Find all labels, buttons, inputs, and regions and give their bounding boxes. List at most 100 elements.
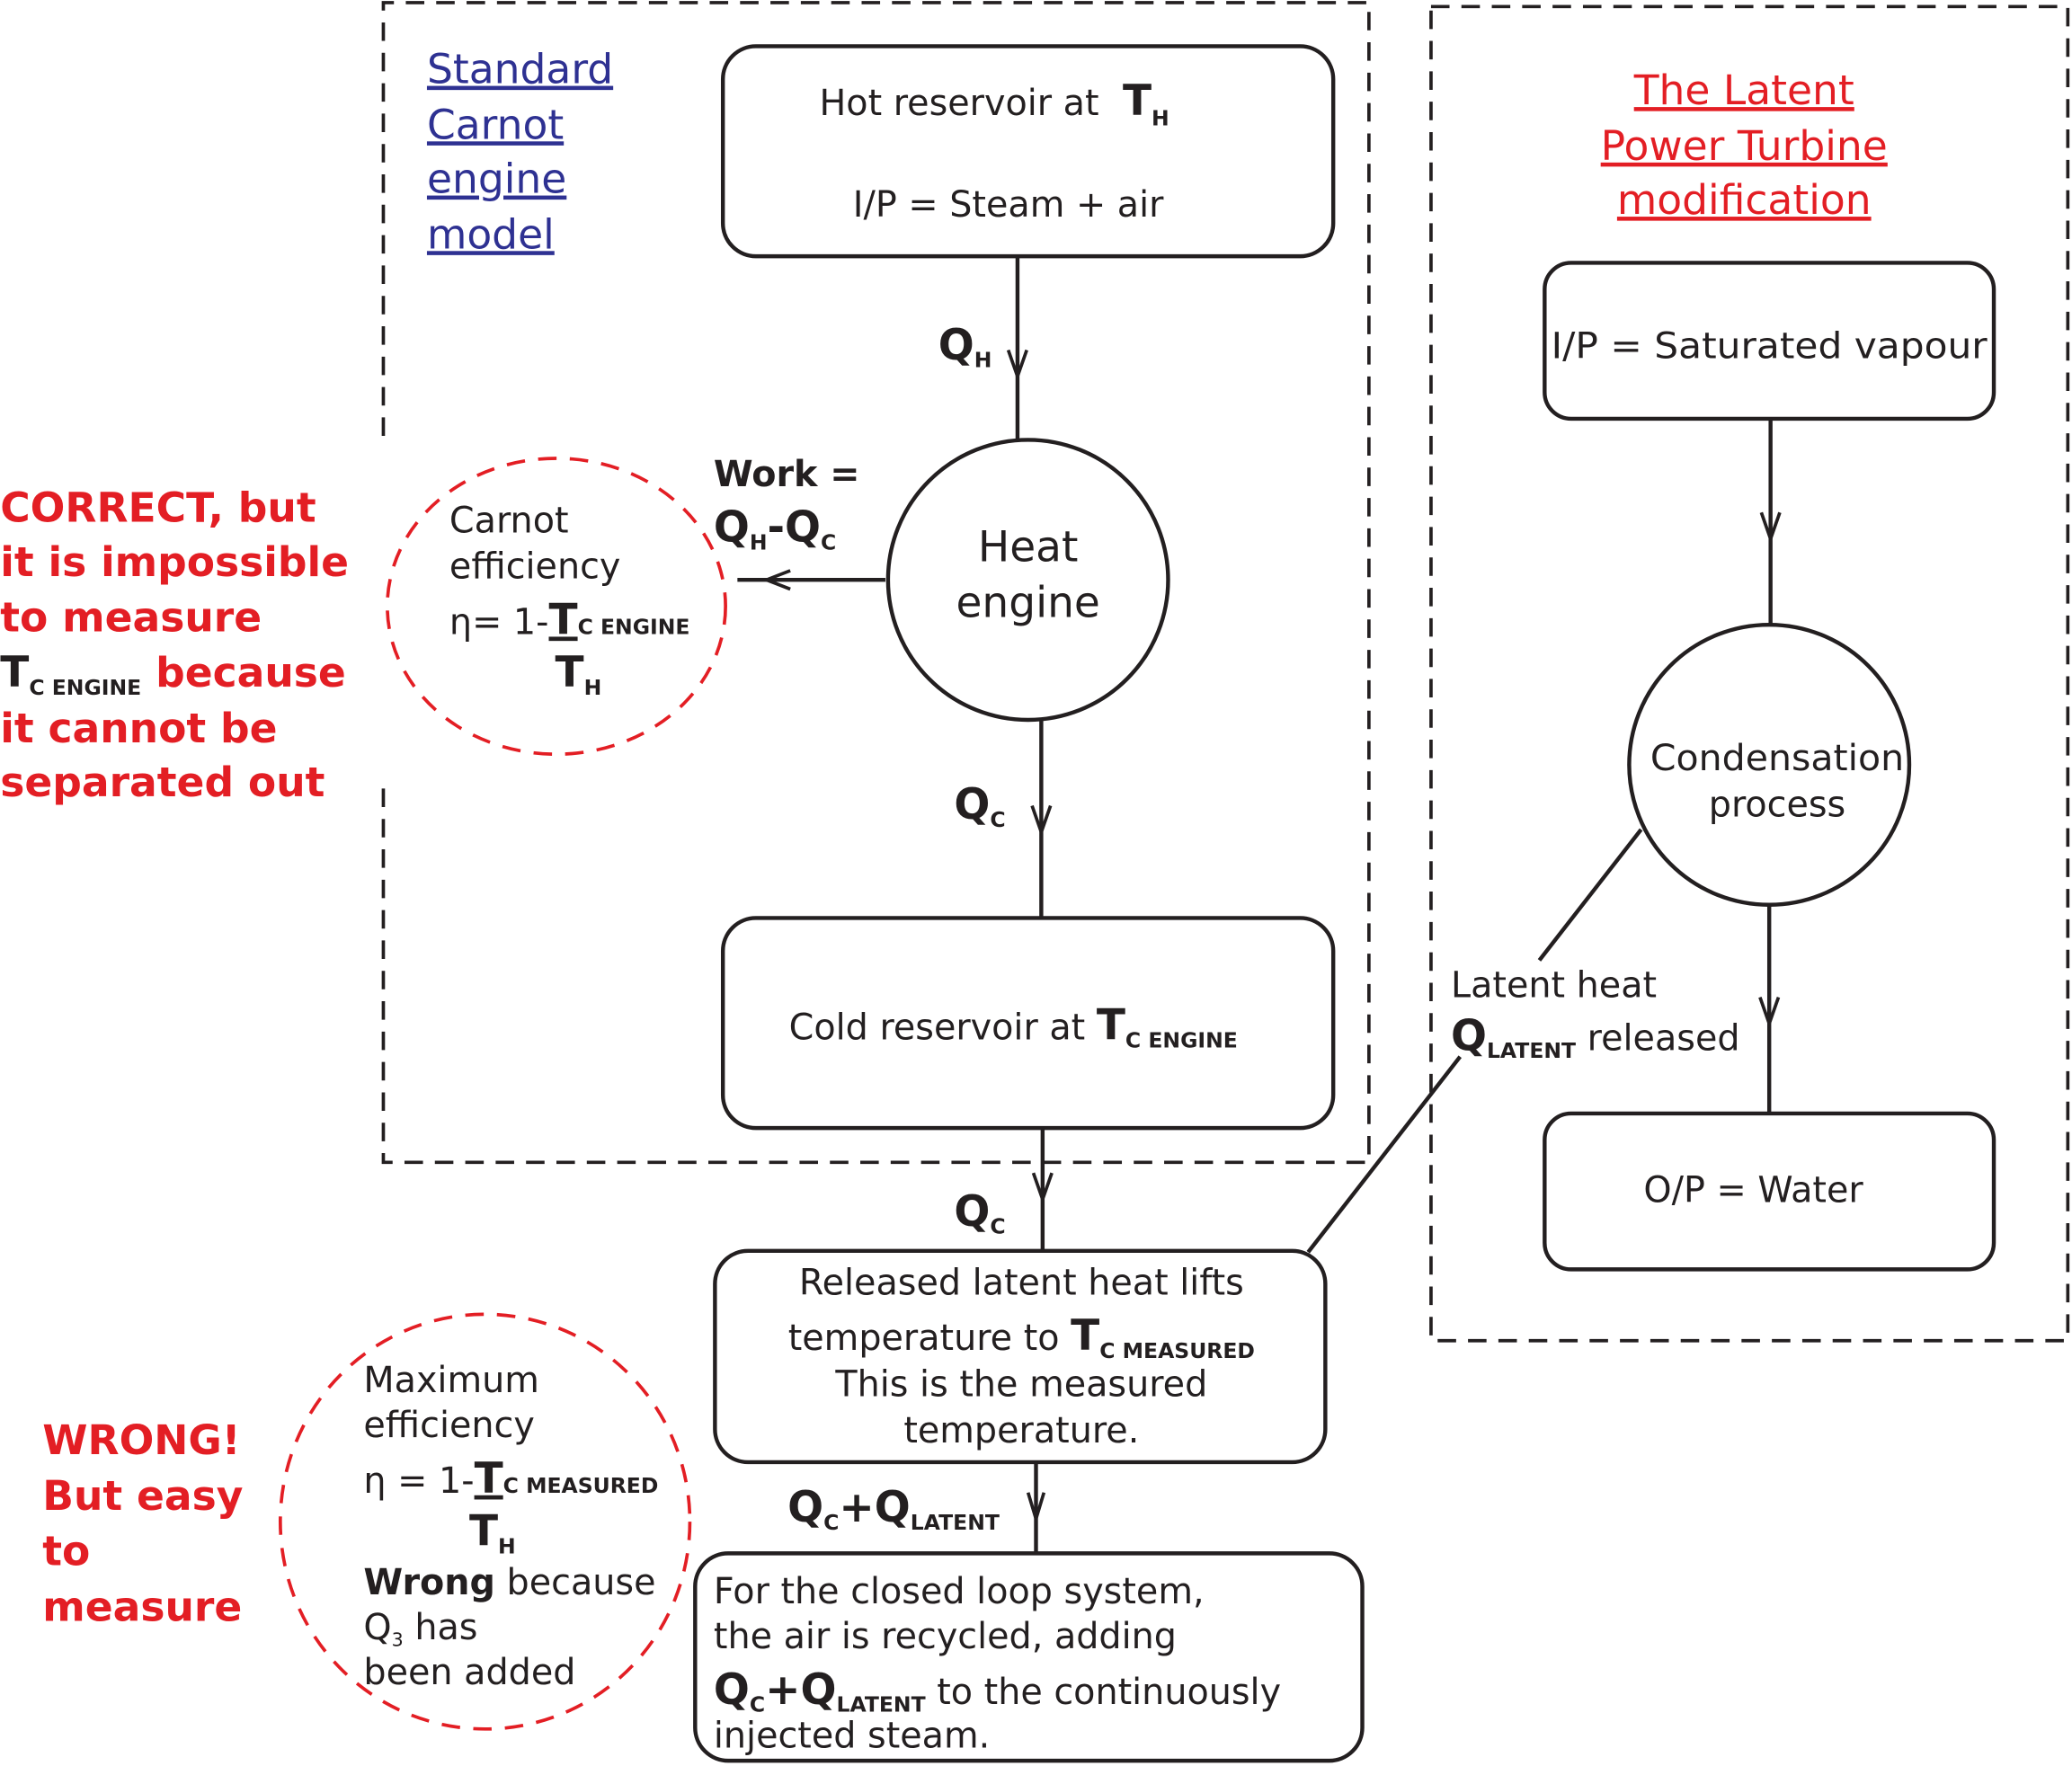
text: C MEASURED xyxy=(503,1473,659,1498)
heat-engine-label: Heat xyxy=(978,523,1079,572)
carnot-label: Carnot xyxy=(449,500,569,541)
released-line: temperature. xyxy=(903,1410,1139,1451)
text: released xyxy=(1576,1017,1739,1059)
latent-title: The Latent Power Turbine modification xyxy=(1601,67,1888,224)
saturated-vapour-label: I/P = Saturated vapour xyxy=(1552,325,1988,367)
title-line: Standard xyxy=(427,46,613,93)
text: H xyxy=(498,1533,516,1558)
max-eff-label: Maximum xyxy=(363,1360,538,1401)
note-line: it cannot be xyxy=(0,705,277,752)
text: H xyxy=(584,675,602,700)
note-line: CORRECT, but xyxy=(0,484,316,532)
title-line: model xyxy=(427,210,555,258)
text: C xyxy=(750,1692,765,1717)
title-line: modification xyxy=(1617,176,1872,224)
text: η= 1- xyxy=(449,601,549,643)
text: C xyxy=(990,807,1005,832)
text: temperature to xyxy=(788,1318,1071,1359)
text: Q xyxy=(801,1665,837,1715)
released-line: Released latent heat lifts xyxy=(799,1262,1244,1303)
note-line: WRONG! xyxy=(42,1416,240,1464)
qc-label-2: QC xyxy=(954,1187,1005,1239)
title-line: engine xyxy=(427,155,566,203)
text: because xyxy=(495,1562,656,1603)
closed-loop-line: QC+QLATENT to the continuously xyxy=(714,1665,1281,1717)
wrong-note: WRONG! But easy to measure xyxy=(42,1416,243,1630)
qh-label: QH xyxy=(938,321,992,373)
max-eff-label: Q3 has xyxy=(363,1607,477,1650)
text: T xyxy=(0,648,29,697)
note-line: separated out xyxy=(0,759,325,806)
text: C xyxy=(990,1214,1005,1239)
text: C ENGINE xyxy=(578,614,690,639)
text: + xyxy=(765,1665,800,1715)
condensation-label: Condensation xyxy=(1650,738,1904,779)
work-label: Work = xyxy=(714,454,860,495)
max-eff-denominator: TH xyxy=(469,1507,516,1559)
carnot-formula: η= 1-TC ENGINE xyxy=(449,595,690,644)
text: T xyxy=(1123,76,1152,126)
text: C xyxy=(821,529,836,555)
text: LATENT xyxy=(1487,1038,1576,1063)
text: Q xyxy=(785,503,821,553)
latent-heat-link xyxy=(1537,828,1643,962)
text: T xyxy=(469,1507,498,1557)
latent-heat-label: Latent heat xyxy=(1451,965,1657,1007)
max-eff-label: Wrong because xyxy=(363,1562,655,1603)
carnot-denominator: TH xyxy=(556,648,602,700)
text: - xyxy=(768,503,786,553)
water-output-label: O/P = Water xyxy=(1643,1169,1863,1211)
note-line: measure xyxy=(42,1583,242,1630)
text: C ENGINE xyxy=(1125,1027,1238,1052)
text: T xyxy=(549,595,578,644)
text: H xyxy=(1152,106,1169,131)
qc-label: QC xyxy=(954,780,1005,832)
text: Q xyxy=(787,1483,823,1532)
text: to the continuously xyxy=(926,1672,1281,1713)
text: Q xyxy=(714,503,750,553)
text: Wrong xyxy=(363,1562,495,1603)
text: C xyxy=(823,1510,839,1535)
text: T xyxy=(1071,1311,1099,1361)
text: C ENGINE xyxy=(29,675,141,700)
max-eff-label: been added xyxy=(363,1652,575,1693)
title-line: Power Turbine xyxy=(1601,122,1888,170)
released-line: This is the measured xyxy=(834,1363,1207,1405)
latent-heat-label: QLATENT released xyxy=(1451,1011,1740,1063)
max-eff-formula: η = 1-TC MEASURED xyxy=(363,1454,658,1504)
text: 3 xyxy=(392,1628,404,1650)
work-formula: QH-QC xyxy=(714,503,836,555)
note-line: TC ENGINE because xyxy=(0,648,346,700)
qc-latent-label: QC+QLATENT xyxy=(787,1483,1000,1535)
text: T xyxy=(1097,1001,1125,1051)
note-line: to measure xyxy=(0,594,262,642)
text: + xyxy=(839,1483,874,1532)
text: Hot reservoir at xyxy=(819,83,1098,124)
text: LATENT xyxy=(911,1510,1000,1535)
condensation-label: process xyxy=(1709,784,1845,825)
text: T xyxy=(475,1454,503,1504)
text: Q xyxy=(363,1607,391,1648)
carnot-label: efficiency xyxy=(449,546,620,588)
note-line: But easy xyxy=(42,1472,243,1520)
text: C MEASURED xyxy=(1099,1338,1255,1363)
closed-loop-line: injected steam. xyxy=(714,1715,990,1756)
text: T xyxy=(556,648,584,697)
text: Q xyxy=(938,321,974,370)
max-eff-label: efficiency xyxy=(363,1405,534,1446)
text: Q xyxy=(1451,1011,1487,1060)
note-line: it is impossible xyxy=(0,538,349,586)
diagram: Standard Carnot engine model Hot reservo… xyxy=(0,1,2070,1763)
hot-input-label: I/P = Steam + air xyxy=(853,184,1164,226)
text: LATENT xyxy=(836,1692,925,1717)
text: Q xyxy=(954,1187,990,1237)
text: has xyxy=(404,1607,478,1648)
text: Q xyxy=(875,1483,911,1532)
text: η = 1- xyxy=(363,1460,474,1502)
text: Q xyxy=(954,780,990,830)
closed-loop-line: the air is recycled, adding xyxy=(714,1616,1177,1657)
note-line: to xyxy=(42,1528,90,1575)
closed-loop-line: For the closed loop system, xyxy=(714,1571,1205,1612)
correct-note: CORRECT, but it is impossible to measure… xyxy=(0,484,349,807)
text: H xyxy=(974,348,992,373)
